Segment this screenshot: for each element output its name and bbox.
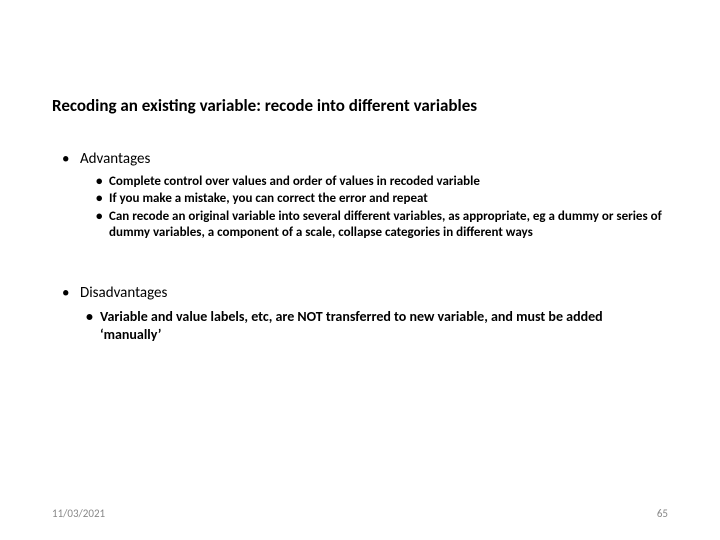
advantage-text: If you make a mistake, you can correct t… xyxy=(109,191,428,206)
advantages-heading: •Advantages xyxy=(62,150,668,168)
bullet-icon: • xyxy=(62,150,80,168)
disadvantages-heading-text: Disadvantages xyxy=(80,284,167,302)
bullet-icon: • xyxy=(96,174,109,190)
footer-date: 11/03/2021 xyxy=(52,507,105,520)
bullet-icon: • xyxy=(96,209,109,225)
advantage-text: Complete control over values and order o… xyxy=(109,174,480,189)
disadvantage-text: Variable and value labels, etc, are NOT … xyxy=(100,308,603,343)
advantage-item: •Complete control over values and order … xyxy=(96,174,668,190)
disadvantages-heading: •Disadvantages xyxy=(62,284,668,302)
advantage-item: •If you make a mistake, you can correct … xyxy=(96,191,668,207)
bullet-icon: • xyxy=(96,191,109,207)
slide-title: Recoding an existing variable: recode in… xyxy=(52,95,668,116)
bullet-icon: • xyxy=(62,284,80,302)
footer-page-number: 65 xyxy=(657,507,668,520)
advantage-text: Can recode an original variable into sev… xyxy=(109,209,662,240)
disadvantage-item: •Variable and value labels, etc, are NOT… xyxy=(86,308,668,343)
advantages-heading-text: Advantages xyxy=(80,150,150,168)
advantage-item: •Can recode an original variable into se… xyxy=(96,209,668,242)
bullet-icon: • xyxy=(86,308,100,326)
slide-footer: 11/03/2021 65 xyxy=(52,507,668,520)
